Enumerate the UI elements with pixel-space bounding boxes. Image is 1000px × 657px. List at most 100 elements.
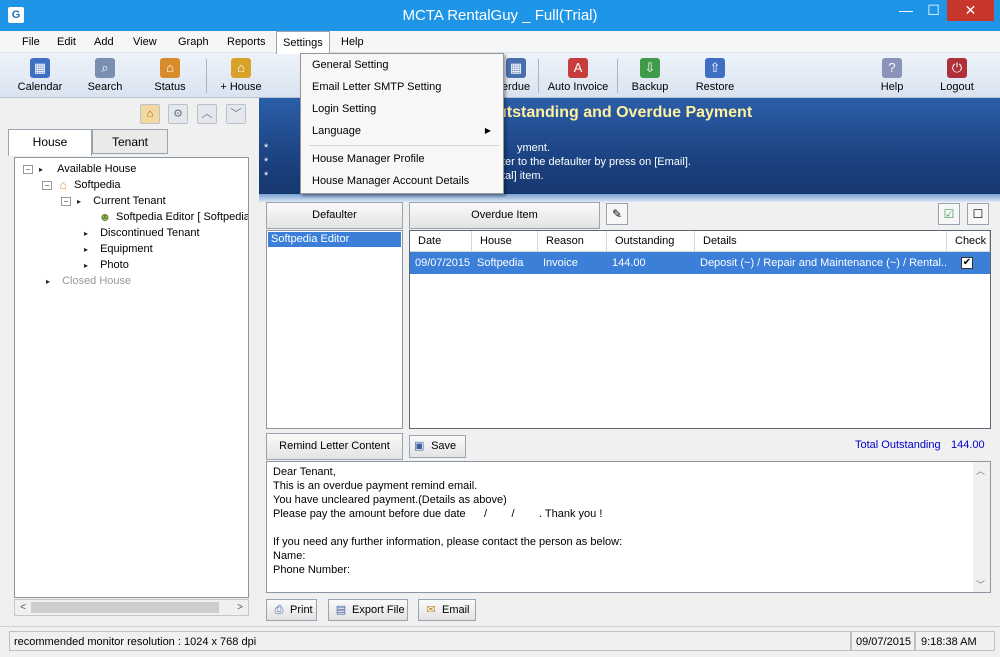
invoice-icon: A xyxy=(568,58,588,78)
defaulter-list-item[interactable]: Softpedia Editor xyxy=(268,232,401,247)
menu-email-smtp-setting[interactable]: Email Letter SMTP Setting xyxy=(303,76,501,98)
restore-button[interactable]: ⇧ Restore xyxy=(690,55,740,95)
help-button[interactable]: ? Help xyxy=(870,55,914,95)
search-label: Search xyxy=(87,81,123,93)
tree-current-tenant[interactable]: − ▸ Current Tenant xyxy=(61,193,166,209)
move-down-icon[interactable]: ﹀ xyxy=(226,104,246,124)
status-button[interactable]: ⌂ Status xyxy=(145,55,195,95)
page-title: utstanding and Overdue Payment xyxy=(497,104,753,121)
overdue-grid: Date House Reason Outstanding Details Ch… xyxy=(409,230,991,429)
column-header-reason[interactable]: Reason xyxy=(538,231,607,252)
column-header-outstanding[interactable]: Outstanding xyxy=(607,231,695,252)
status-time: 9:18:38 AM xyxy=(915,631,995,651)
uncheck-all-icon[interactable]: ☐ xyxy=(967,203,989,225)
column-header-details[interactable]: Details xyxy=(695,231,947,252)
print-icon: ⎙ xyxy=(274,604,284,617)
tree-photo[interactable]: ▸ Photo xyxy=(81,257,129,273)
menu-house-manager-account[interactable]: House Manager Account Details xyxy=(303,170,501,192)
house-nav-icon[interactable]: ⌂ xyxy=(140,104,160,124)
backup-icon: ⇩ xyxy=(640,58,660,78)
menu-settings[interactable]: Settings xyxy=(276,31,330,54)
tree-arrow-icon: ▸ xyxy=(83,261,88,270)
toolbar-separator xyxy=(538,59,539,93)
menu-graph[interactable]: Graph xyxy=(172,31,215,53)
tree-tenant-item[interactable]: ☻ Softpedia Editor [ Softpedia xyxy=(97,209,248,225)
scroll-left-icon[interactable]: < xyxy=(15,600,31,615)
scroll-right-icon[interactable]: > xyxy=(232,600,248,615)
remind-letter-textarea[interactable]: Dear Tenant, This is an overdue payment … xyxy=(266,461,991,593)
scroll-thumb[interactable] xyxy=(31,602,219,613)
restore-icon: ⇧ xyxy=(705,58,725,78)
scroll-up-icon[interactable]: ︿ xyxy=(976,464,985,477)
tree-arrow-icon: ▸ xyxy=(39,165,44,174)
print-button[interactable]: ⎙ Print xyxy=(266,599,317,621)
letter-line: If you need any further information, ple… xyxy=(273,536,623,548)
tree-house-softpedia[interactable]: − ⌂ Softpedia xyxy=(42,177,121,193)
bullet: * xyxy=(264,156,269,168)
menu-house-manager-profile[interactable]: House Manager Profile xyxy=(303,148,501,170)
logout-button[interactable]: ⏻ Logout xyxy=(934,55,980,95)
tree-discontinued-tenant[interactable]: ▸ Discontinued Tenant xyxy=(81,225,200,241)
row-checkbox[interactable]: ✔ xyxy=(961,257,973,269)
tree-house-label: Softpedia xyxy=(74,179,121,191)
logout-icon: ⏻ xyxy=(947,58,967,78)
calendar-button[interactable]: ▦ Calendar xyxy=(14,55,66,95)
menu-edit[interactable]: Edit xyxy=(51,31,82,53)
menu-language[interactable]: Language ▶ xyxy=(303,120,501,142)
tree-discontinued-label: Discontinued Tenant xyxy=(100,227,200,239)
collapse-icon[interactable]: − xyxy=(42,180,52,190)
move-up-icon[interactable]: ︿ xyxy=(197,104,217,124)
defaulter-header[interactable]: Defaulter xyxy=(266,202,403,229)
search-button[interactable]: ⌕ Search xyxy=(80,55,130,95)
help-label: Help xyxy=(880,81,904,93)
collapse-icon[interactable]: − xyxy=(61,196,71,206)
tab-house[interactable]: House xyxy=(8,129,92,156)
header-note-3-text: tal] item. xyxy=(502,170,544,182)
menu-add[interactable]: Add xyxy=(88,31,120,53)
tree-closed-house[interactable]: ▸ Closed House xyxy=(43,273,131,289)
menu-file[interactable]: File xyxy=(16,31,46,53)
header-gradient xyxy=(259,194,1000,202)
export-icon: ▤ xyxy=(335,604,347,617)
column-header-date[interactable]: Date xyxy=(410,231,472,252)
toolbar-separator xyxy=(617,59,618,93)
email-button[interactable]: ✉ Email xyxy=(418,599,476,621)
backup-button[interactable]: ⇩ Backup xyxy=(626,55,674,95)
column-header-check[interactable]: Check xyxy=(947,231,990,252)
scroll-down-icon[interactable]: ﹀ xyxy=(976,578,985,591)
letter-line: Name: xyxy=(273,550,306,562)
auto-invoice-button[interactable]: A Auto Invoice xyxy=(545,55,611,95)
maximize-button[interactable]: ☐ xyxy=(920,0,947,21)
letter-vertical-scrollbar[interactable]: ︿ ﹀ xyxy=(973,462,990,592)
edit-icon[interactable]: ✎ xyxy=(606,203,628,225)
menu-language-label: Language xyxy=(312,125,361,137)
minimize-button[interactable]: — xyxy=(892,0,920,21)
menu-help[interactable]: Help xyxy=(335,31,370,53)
save-icon: ▣ xyxy=(414,440,425,452)
letter-line: This is an overdue payment remind email. xyxy=(273,480,478,492)
tab-tenant[interactable]: Tenant xyxy=(92,129,168,154)
menu-general-setting[interactable]: General Setting xyxy=(303,54,501,76)
close-button[interactable]: ✕ xyxy=(947,0,994,21)
remind-letter-header[interactable]: Remind Letter Content xyxy=(266,433,403,460)
letter-line: Please pay the amount before due date / … xyxy=(273,508,603,520)
menu-login-setting[interactable]: Login Setting xyxy=(303,98,501,120)
letter-line: Dear Tenant, xyxy=(273,466,336,478)
column-header-house[interactable]: House xyxy=(472,231,538,252)
menu-reports[interactable]: Reports xyxy=(221,31,272,53)
save-button[interactable]: ▣ Save xyxy=(409,435,466,458)
add-house-button[interactable]: ⌂ + House xyxy=(214,55,268,95)
settings-dropdown: General Setting Email Letter SMTP Settin… xyxy=(300,53,504,194)
tree-available-house[interactable]: − ▸ Available House xyxy=(23,161,136,177)
status-label: Status xyxy=(154,81,186,93)
export-file-button[interactable]: ▤ Export File xyxy=(328,599,408,621)
house-tree: − ▸ Available House − ⌂ Softpedia − ▸ Cur… xyxy=(14,157,249,598)
tree-arrow-icon: ▸ xyxy=(83,245,88,254)
tree-equipment[interactable]: ▸ Equipment xyxy=(81,241,153,257)
tree-horizontal-scrollbar[interactable]: < > xyxy=(14,599,249,616)
settings-nav-icon[interactable]: ⚙ xyxy=(168,104,188,124)
overdue-item-header[interactable]: Overdue Item xyxy=(409,202,600,229)
check-all-icon[interactable]: ☑ xyxy=(938,203,960,225)
menu-view[interactable]: View xyxy=(127,31,163,53)
collapse-icon[interactable]: − xyxy=(23,164,33,174)
